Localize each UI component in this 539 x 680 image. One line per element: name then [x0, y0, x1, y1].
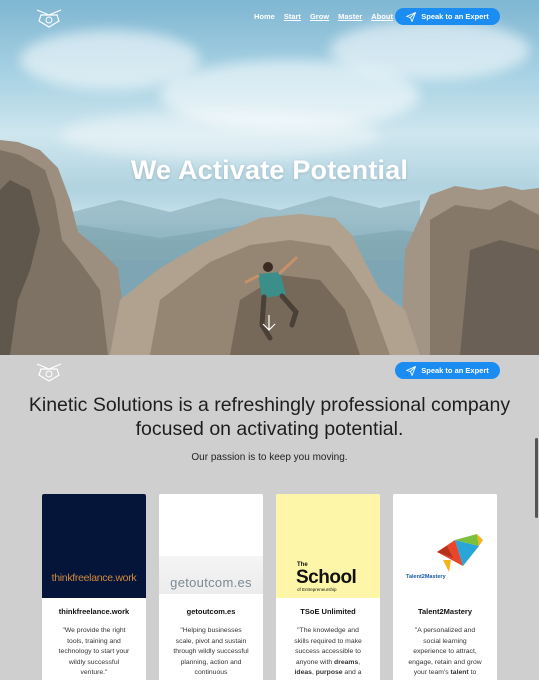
paper-plane-icon [406, 11, 417, 22]
company-tagline: Kinetic Solutions is a refreshingly prof… [28, 394, 511, 440]
nav-master[interactable]: Master [338, 12, 362, 21]
getoutcomes-logo-text: getoutcom.es [170, 575, 252, 590]
section-speak-to-expert-label: Speak to an Expert [421, 366, 489, 375]
top-nav: Home Start Grow Master About [254, 8, 402, 24]
passion-statement: Our passion is to keep you moving. [191, 452, 348, 463]
nav-start[interactable]: Start [284, 12, 301, 21]
card-title: thinkfreelance.work [58, 607, 130, 616]
card-title: getoutcom.es [186, 607, 236, 616]
thinkfreelance-logo: thinkfreelance.work [42, 494, 146, 598]
section-logo[interactable] [35, 360, 63, 384]
card-thinkfreelance[interactable]: thinkfreelance.work thinkfreelance.work … [42, 494, 146, 680]
nav-about[interactable]: About [371, 12, 393, 21]
nav-grow[interactable]: Grow [310, 12, 329, 21]
origami-bird-icon [437, 534, 483, 572]
section-speak-to-expert-button[interactable]: Speak to an Expert [395, 362, 500, 379]
hero-banner: Home Start Grow Master About Speak to an… [0, 0, 539, 355]
speak-to-expert-button[interactable]: Speak to an Expert [395, 8, 500, 25]
card-description: "A personalized and social learning expe… [408, 627, 482, 677]
page-scrollbar[interactable] [535, 438, 538, 518]
talent2mastery-logo: Talent2Mastery [393, 494, 497, 598]
card-description: "The knowledge and skills required to ma… [294, 627, 362, 677]
card-title: Talent2Mastery [417, 607, 473, 616]
speak-to-expert-label: Speak to an Expert [421, 12, 489, 21]
nav-home[interactable]: Home [254, 12, 275, 21]
school-of-entrepreneurship-logo: The School of Entrepreneurship [276, 494, 380, 598]
card-talent2mastery[interactable]: Talent2Mastery Talent2Mastery "A persona… [393, 494, 497, 680]
talent2mastery-logo-text: Talent2Mastery [406, 574, 446, 580]
getoutcomes-logo: getoutcom.es [159, 494, 263, 598]
card-tsoe[interactable]: The School of Entrepreneurship TSoE Unli… [276, 494, 380, 680]
card-description: "We provide the right tools, training an… [58, 627, 130, 677]
card-title: TSoE Unlimited [300, 607, 356, 616]
paper-plane-icon [406, 365, 417, 376]
brand-logo[interactable] [35, 6, 63, 30]
logo-subtitle: of Entrepreneurship [297, 587, 337, 592]
logo-school: School [296, 567, 357, 588]
card-description: "Helping businesses scale, pivot and sus… [173, 627, 249, 677]
scroll-down-arrow-icon[interactable] [261, 314, 277, 332]
hero-title: We Activate Potential [130, 155, 409, 185]
card-getoutcomes[interactable]: getoutcom.es getoutcom.es "Helping busin… [159, 494, 263, 680]
thinkfreelance-logo-text: thinkfreelance.work [51, 572, 137, 584]
brand-cards: thinkfreelance.work thinkfreelance.work … [42, 494, 497, 680]
